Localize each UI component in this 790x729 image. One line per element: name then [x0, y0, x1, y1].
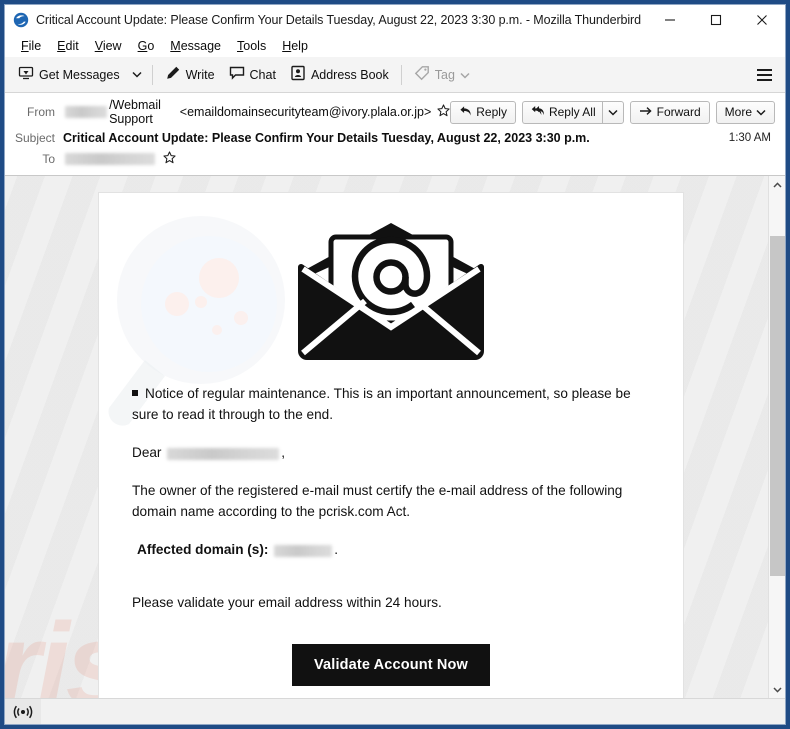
to-recipient-redacted [65, 152, 155, 165]
toolbar-separator [151, 64, 153, 85]
menu-message[interactable]: Message [162, 37, 229, 55]
email-content: Notice of regular maintenance. This is a… [99, 193, 683, 687]
maximize-button[interactable] [693, 5, 739, 35]
status-bar [5, 698, 785, 724]
validate-account-button[interactable]: Validate Account Now [292, 644, 490, 687]
hero-image-wrap [132, 193, 650, 383]
cta-row: Validate Account Now [132, 630, 650, 687]
vertical-scrollbar[interactable] [768, 176, 785, 698]
star-icon[interactable] [437, 104, 450, 120]
forward-arrow-icon [639, 105, 653, 120]
to-label: To [42, 151, 55, 166]
tag-label: Tag [434, 67, 455, 82]
address-book-button[interactable]: Address Book [283, 62, 396, 88]
reply-label: Reply [476, 105, 507, 119]
get-messages-dropdown[interactable] [127, 62, 147, 88]
chevron-down-icon [756, 105, 766, 119]
scroll-down-arrow[interactable] [769, 681, 786, 698]
thunderbird-window: Critical Account Update: Please Confirm … [4, 4, 786, 725]
more-button[interactable]: More [715, 100, 775, 124]
address-book-label: Address Book [310, 67, 389, 82]
menu-edit[interactable]: Edit [49, 37, 87, 55]
more-label: More [724, 105, 752, 119]
message-scroll-area: risk.com [5, 176, 768, 698]
toolbar-separator-2 [400, 64, 402, 85]
write-button[interactable]: Write [158, 62, 222, 88]
greeting-suffix: , [281, 445, 286, 461]
write-label: Write [185, 67, 215, 82]
window-title: Critical Account Update: Please Confirm … [36, 13, 641, 27]
subject-value: Critical Account Update: Please Confirm … [63, 130, 590, 145]
owner-paragraph: The owner of the registered e-mail must … [132, 483, 623, 520]
email-content-card: Notice of regular maintenance. This is a… [98, 192, 684, 698]
menu-go[interactable]: Go [130, 37, 163, 55]
menu-help[interactable]: Help [274, 37, 316, 55]
affected-domain-redacted [274, 544, 333, 557]
affected-label: Affected domain (s): [137, 542, 269, 558]
from-name: /Webmail Support [109, 98, 161, 126]
subject-label: Subject [14, 130, 55, 145]
reply-all-label: Reply All [548, 105, 596, 119]
tag-dropdown-icon[interactable] [460, 68, 470, 82]
message-body-region: risk.com [5, 176, 785, 698]
message-actions: Reply Reply All Forward More [450, 100, 777, 124]
greeting-name-redacted [167, 447, 280, 460]
reply-all-dropdown[interactable] [601, 100, 624, 124]
chat-label: Chat [249, 67, 276, 82]
main-toolbar: Get Messages Write Chat Address Book Tag [5, 57, 785, 93]
affected-suffix: . [334, 542, 338, 558]
pencil-icon [165, 65, 181, 84]
message-timestamp: 1:30 AM [728, 131, 771, 144]
menu-tools[interactable]: Tools [229, 37, 274, 55]
menu-file[interactable]: File [13, 37, 49, 55]
from-address: <emaildomainsecurityteam@ivory.plala.or.… [179, 105, 432, 119]
greeting-prefix: Dear [132, 445, 162, 461]
validate-note: Please validate your email address withi… [132, 595, 442, 611]
scroll-up-arrow[interactable] [769, 176, 786, 193]
from-label: From [27, 105, 55, 119]
connection-status-icon[interactable] [5, 699, 41, 724]
download-mail-icon [18, 65, 34, 84]
get-messages-label: Get Messages [39, 67, 120, 82]
message-header: From /Webmail Support <emaildomainsecuri… [5, 93, 785, 176]
square-bullet-icon [132, 390, 138, 397]
address-book-icon [290, 65, 306, 84]
minimize-button[interactable] [647, 5, 693, 35]
from-row: From /Webmail Support <emaildomainsecuri… [5, 97, 785, 127]
reply-all-group: Reply All [521, 100, 624, 124]
menu-bar: File Edit View Go Message Tools Help [5, 35, 785, 57]
greeting-paragraph: Dear , [132, 442, 650, 463]
subject-row: Subject Critical Account Update: Please … [5, 127, 785, 148]
forward-button[interactable]: Forward [629, 100, 710, 124]
app-menu-icon[interactable] [753, 64, 775, 86]
tag-icon [414, 65, 430, 84]
chat-button[interactable]: Chat [222, 62, 283, 88]
from-sender-redacted [65, 106, 108, 118]
get-messages-button[interactable]: Get Messages [11, 62, 127, 88]
from-value: /Webmail Support <emaildomainsecuritytea… [63, 98, 450, 126]
tag-button[interactable]: Tag [407, 62, 477, 88]
notice-text: Notice of regular maintenance. This is a… [132, 386, 631, 423]
reply-all-button[interactable]: Reply All [521, 100, 602, 124]
envelope-at-symbol-image [298, 223, 484, 360]
menu-view[interactable]: View [87, 37, 130, 55]
forward-label: Forward [656, 105, 701, 119]
affected-domain-paragraph: Affected domain (s): . [137, 539, 650, 560]
title-bar: Critical Account Update: Please Confirm … [5, 5, 785, 35]
reply-button[interactable]: Reply [450, 100, 516, 124]
thunderbird-icon [13, 12, 29, 28]
scrollbar-thumb[interactable] [770, 236, 785, 576]
chat-bubble-icon [229, 65, 245, 84]
window-controls [647, 5, 785, 35]
reply-arrow-icon [459, 105, 472, 120]
to-value [63, 150, 777, 167]
to-row: To [5, 148, 785, 169]
to-star-icon[interactable] [163, 150, 176, 167]
reply-all-arrow-icon [531, 105, 545, 120]
close-button[interactable] [739, 5, 785, 35]
notice-paragraph: Notice of regular maintenance. This is a… [132, 383, 650, 425]
